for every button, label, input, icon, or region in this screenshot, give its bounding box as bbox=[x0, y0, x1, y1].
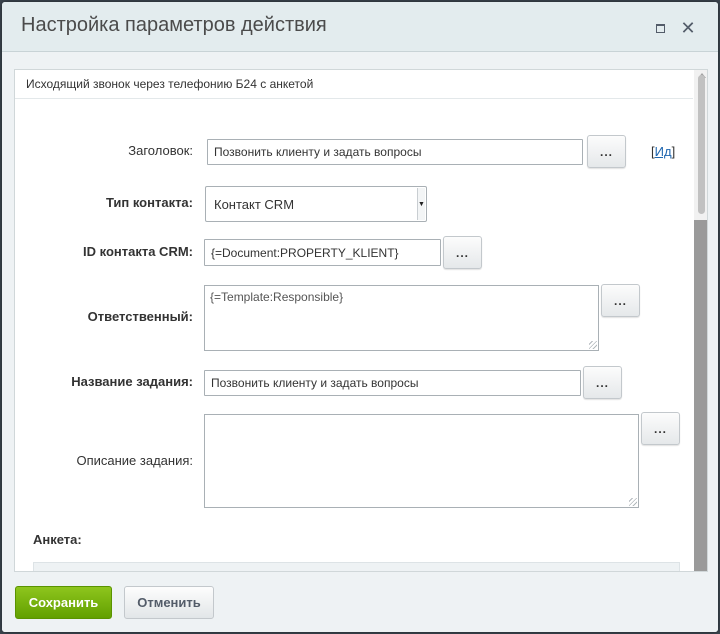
header-label: Заголовок: bbox=[128, 143, 193, 158]
crm-id-label: ID контакта CRM: bbox=[83, 244, 193, 259]
action-name: Исходящий звонок через телефонию Б24 с а… bbox=[15, 70, 693, 99]
anketa-panel bbox=[33, 562, 680, 571]
header-dots-button[interactable]: ... bbox=[587, 135, 626, 168]
crm-id-input[interactable]: {=Document:PROPERTY_KLIENT} bbox=[204, 239, 441, 266]
maximize-icon bbox=[655, 23, 665, 33]
responsible-textarea[interactable]: {=Template:Responsible} bbox=[204, 285, 599, 351]
id-link[interactable]: Ид bbox=[655, 144, 672, 159]
task-name-label: Название задания: bbox=[71, 374, 193, 389]
resize-handle-icon[interactable] bbox=[629, 498, 637, 506]
scrollbar-track-lower[interactable] bbox=[694, 220, 707, 571]
task-desc-dots-button[interactable]: ... bbox=[641, 412, 680, 445]
cancel-button[interactable]: Отменить bbox=[124, 586, 214, 619]
chevron-down-icon: ▼ bbox=[417, 188, 425, 220]
contact-type-label: Тип контакта: bbox=[105, 195, 193, 210]
responsible-label: Ответственный: bbox=[87, 309, 193, 324]
contact-type-select[interactable]: Контакт CRM ▼ bbox=[205, 186, 427, 222]
task-name-dots-button[interactable]: ... bbox=[583, 366, 622, 399]
scrollbar-thumb[interactable] bbox=[698, 75, 705, 214]
anketa-label: Анкета: bbox=[33, 532, 82, 547]
task-desc-textarea[interactable] bbox=[204, 414, 639, 508]
header-input[interactable]: Позвонить клиенту и задать вопросы bbox=[207, 139, 583, 165]
resize-handle-icon[interactable] bbox=[589, 341, 597, 349]
close-button[interactable]: ✕ bbox=[680, 18, 696, 38]
save-button[interactable]: Сохранить bbox=[15, 586, 112, 619]
dialog-content: Исходящий звонок через телефонию Б24 с а… bbox=[14, 69, 708, 572]
scrollbar[interactable] bbox=[694, 70, 707, 571]
crm-id-dots-button[interactable]: ... bbox=[443, 236, 482, 269]
settings-dialog: Настройка параметров действия ✕ Исходящи… bbox=[2, 2, 718, 632]
task-name-input[interactable]: Позвонить клиенту и задать вопросы bbox=[204, 370, 581, 396]
maximize-button[interactable] bbox=[652, 20, 668, 36]
dialog-titlebar[interactable]: Настройка параметров действия ✕ bbox=[2, 2, 718, 52]
id-link-wrapper: [Ид] bbox=[651, 144, 675, 159]
responsible-value: {=Template:Responsible} bbox=[210, 290, 344, 304]
responsible-dots-button[interactable]: ... bbox=[601, 284, 640, 317]
task-desc-label: Описание задания: bbox=[76, 453, 193, 468]
dialog-footer: Сохранить Отменить bbox=[2, 574, 718, 632]
dialog-title: Настройка параметров действия bbox=[21, 14, 327, 36]
contact-type-value: Контакт CRM bbox=[214, 196, 295, 212]
id-link-close: ] bbox=[671, 144, 676, 159]
close-icon: ✕ bbox=[680, 18, 696, 38]
